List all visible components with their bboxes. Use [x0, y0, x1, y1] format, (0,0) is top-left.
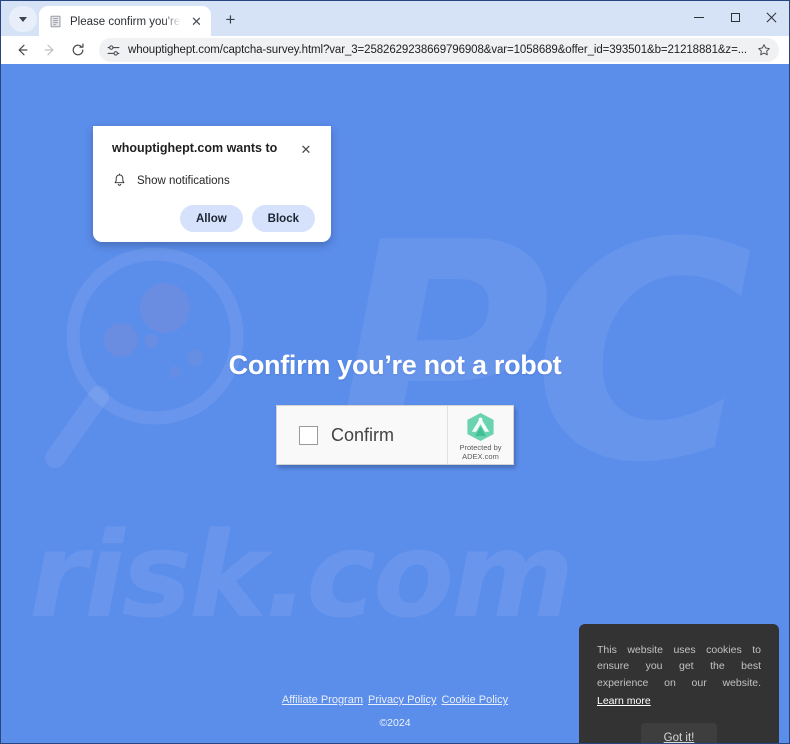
- brand-text-watermark: risk.com: [29, 506, 574, 644]
- arrow-right-icon: [44, 44, 54, 56]
- adex-credit-text: Protected by ADEX.com: [459, 443, 501, 461]
- site-settings-icon[interactable]: [105, 42, 122, 59]
- tab-title: Please confirm you're not a rob: [70, 15, 181, 28]
- window-controls: [681, 1, 789, 34]
- browser-toolbar: whouptighept.com/captcha-survey.html?var…: [1, 36, 789, 64]
- back-button[interactable]: [9, 37, 35, 63]
- notification-permission-dialog: whouptighept.com wants to ✕ Show notific…: [93, 126, 331, 242]
- chevron-down-icon: [19, 16, 27, 22]
- reload-icon: [72, 43, 84, 56]
- address-bar[interactable]: whouptighept.com/captcha-survey.html?var…: [99, 38, 779, 62]
- window-maximize-button[interactable]: [717, 1, 753, 34]
- notification-dialog-actions: Allow Block: [112, 205, 315, 232]
- block-notifications-button[interactable]: Block: [251, 205, 315, 232]
- forward-button[interactable]: [37, 37, 63, 63]
- new-tab-button[interactable]: +: [217, 6, 244, 33]
- captcha-checkbox[interactable]: [299, 425, 318, 445]
- notification-permission-label: Show notifications: [137, 174, 230, 187]
- window-close-button[interactable]: [753, 1, 789, 34]
- minimize-icon: [694, 17, 704, 18]
- footer-links: Affiliate Program Privacy Policy Cookie …: [1, 694, 789, 706]
- browser-tab-active[interactable]: Please confirm you're not a rob ✕: [39, 6, 211, 37]
- captcha-section: Confirm you’re not a robot Confirm Prote…: [1, 350, 789, 465]
- tab-close-icon[interactable]: ✕: [188, 13, 205, 30]
- notification-dialog-close-icon[interactable]: ✕: [297, 140, 315, 158]
- allow-notifications-button[interactable]: Allow: [180, 205, 243, 232]
- page-title: Confirm you’re not a robot: [228, 350, 562, 380]
- adex-credit-line1: Protected by: [459, 442, 502, 452]
- footer-link-privacy-policy[interactable]: Privacy Policy: [368, 694, 436, 706]
- window-minimize-button[interactable]: [681, 1, 717, 34]
- footer-link-cookie-policy[interactable]: Cookie Policy: [441, 694, 508, 706]
- captcha-brand-area: Protected by ADEX.com: [447, 406, 513, 464]
- arrow-left-icon: [18, 44, 28, 56]
- bookmark-star-icon[interactable]: [753, 39, 775, 61]
- bell-icon: [114, 173, 125, 186]
- page-favicon-icon: [48, 14, 63, 29]
- notification-dialog-title: whouptighept.com wants to: [112, 141, 278, 155]
- tab-strip: Please confirm you're not a rob ✕ +: [1, 1, 789, 37]
- address-bar-url: whouptighept.com/captcha-survey.html?var…: [128, 44, 747, 56]
- page-viewport: PC risk.com Confirm you’re not a robot C…: [1, 64, 789, 743]
- maximize-icon: [730, 13, 740, 22]
- captcha-checkbox-area[interactable]: Confirm: [277, 406, 447, 464]
- captcha-checkbox-label: Confirm: [331, 424, 395, 445]
- page-footer: Affiliate Program Privacy Policy Cookie …: [1, 694, 789, 729]
- notification-dialog-header: whouptighept.com wants to ✕: [112, 141, 315, 158]
- tab-search-button[interactable]: [9, 6, 37, 32]
- reload-button[interactable]: [65, 37, 91, 63]
- notification-permission-row: Show notifications: [112, 173, 315, 188]
- browser-window: Please confirm you're not a rob ✕ +: [0, 0, 790, 744]
- adex-credit-line2: ADEX.com: [462, 452, 499, 461]
- adex-logo-icon: [467, 412, 494, 441]
- footer-copyright: ©2024: [379, 717, 411, 729]
- footer-link-affiliate-program[interactable]: Affiliate Program: [282, 694, 363, 706]
- cookie-message: This website uses cookies to ensure you …: [597, 644, 761, 689]
- close-icon: [766, 12, 776, 23]
- captcha-widget[interactable]: Confirm Protected by ADEX.com: [276, 405, 514, 465]
